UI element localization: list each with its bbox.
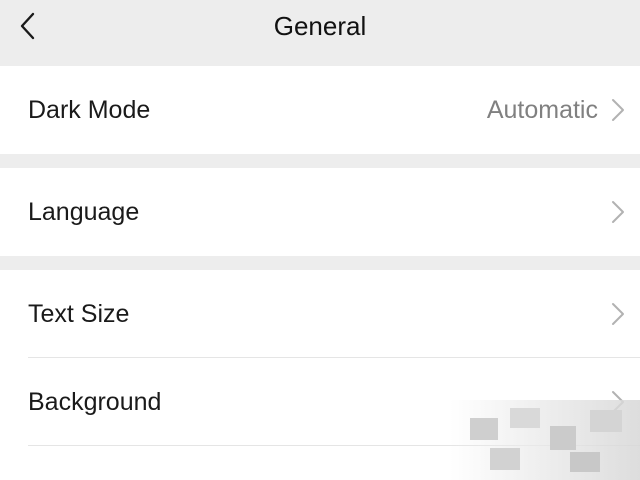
- language-label: Language: [28, 197, 140, 226]
- background-row[interactable]: Background: [0, 358, 640, 446]
- dark-mode-value: Automatic: [486, 95, 598, 124]
- background-label: Background: [28, 387, 162, 416]
- dark-mode-row[interactable]: Dark Mode Automatic: [0, 66, 640, 154]
- chevron-right-icon: [612, 201, 624, 223]
- page-title: General: [273, 11, 367, 41]
- chevron-right-icon: [612, 303, 624, 325]
- chevron-right-icon: [612, 391, 624, 413]
- language-row[interactable]: Language: [0, 168, 640, 256]
- settings-group-appearance: Text Size Background: [0, 270, 640, 480]
- settings-screen: General Dark Mode Automatic Language Tex…: [0, 0, 640, 480]
- dark-mode-label: Dark Mode: [28, 95, 151, 124]
- row-divider: [28, 445, 640, 446]
- settings-group-language: Language: [0, 168, 640, 256]
- text-size-label: Text Size: [28, 299, 130, 328]
- settings-group-display: Dark Mode Automatic: [0, 66, 640, 154]
- navigation-bar: General: [0, 0, 640, 66]
- chevron-right-icon: [612, 99, 624, 121]
- text-size-row[interactable]: Text Size: [0, 270, 640, 358]
